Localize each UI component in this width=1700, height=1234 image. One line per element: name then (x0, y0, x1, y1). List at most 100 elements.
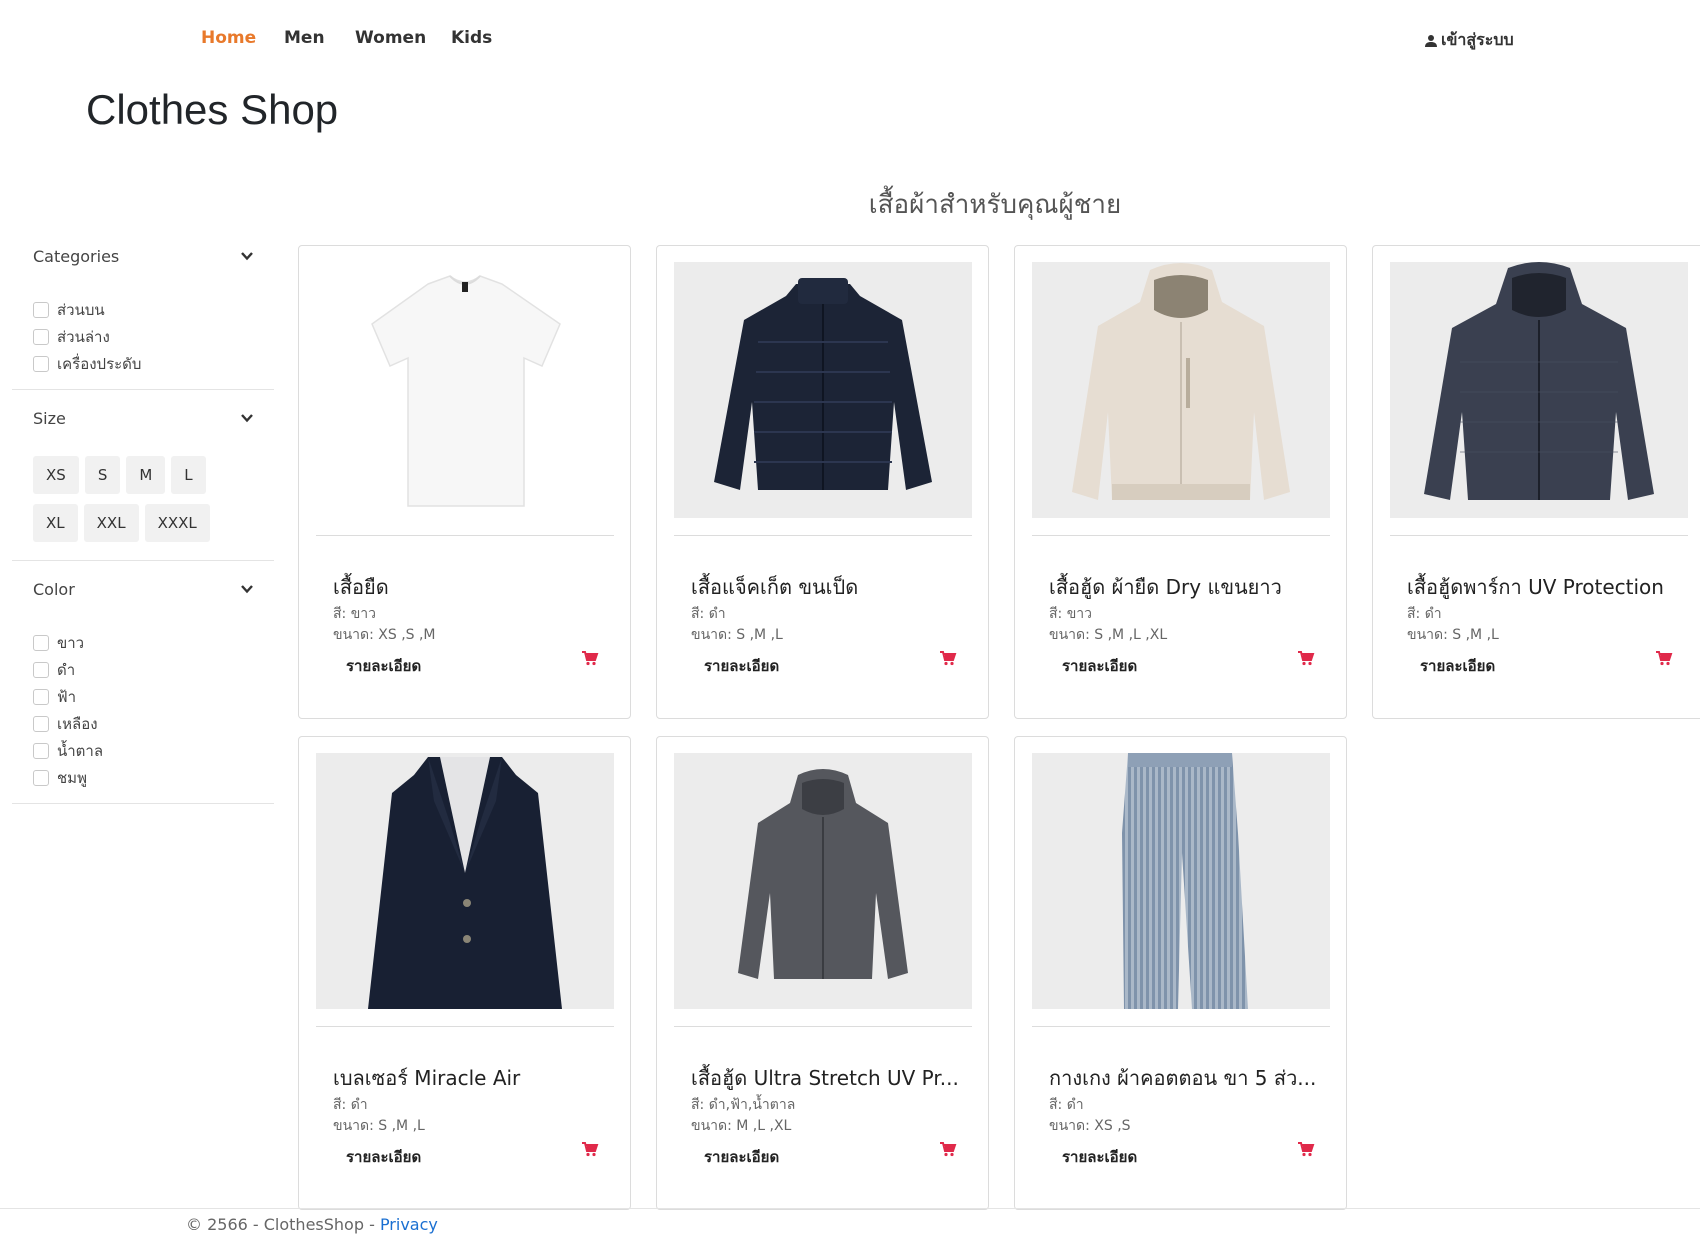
size-option[interactable]: XXXL (144, 504, 210, 542)
product-size: ขนาด: S ,M ,L (1407, 627, 1499, 643)
chevron-down-icon (241, 414, 253, 423)
pants-image (1122, 753, 1248, 1009)
checkbox[interactable] (33, 328, 49, 345)
color-option[interactable]: เหลือง (33, 710, 274, 737)
product-image[interactable] (316, 262, 614, 518)
product-title[interactable]: กางเกง ผ้าคอตตอน ขา 5 ส่ว... (1049, 1062, 1339, 1094)
product-image[interactable] (674, 753, 972, 1009)
product-title[interactable]: เสื้อฮู้ดพาร์กา UV Protection (1407, 571, 1697, 603)
checkbox[interactable] (33, 301, 49, 318)
size-header[interactable]: Size (12, 390, 274, 446)
footer-text: © 2566 - ClothesShop - Privacy (186, 1215, 438, 1234)
color-option[interactable]: ฟ้า (33, 683, 274, 710)
card-divider (1390, 535, 1688, 536)
product-image[interactable] (1032, 753, 1330, 1009)
cart-icon[interactable] (581, 649, 599, 667)
product-card[interactable]: เบลเซอร์ Miracle Air สี: ดำ ขนาด: S ,M ,… (298, 736, 631, 1210)
checkbox[interactable] (33, 355, 49, 372)
card-divider (1032, 1026, 1330, 1027)
cart-icon[interactable] (1297, 1140, 1315, 1158)
beige-hoodie-image (1072, 263, 1290, 500)
nav-men[interactable]: Men (284, 28, 325, 48)
product-color: สี: ดำ (1049, 1097, 1084, 1113)
product-image[interactable] (1032, 262, 1330, 518)
checkbox[interactable] (33, 661, 49, 678)
login-label: เข้าสู่ระบบ (1441, 30, 1514, 49)
product-title[interactable]: เบลเซอร์ Miracle Air (333, 1062, 623, 1094)
product-title[interactable]: เสื้อฮู้ด Ultra Stretch UV Pr... (691, 1062, 981, 1094)
detail-link[interactable]: รายละเอียด (1062, 654, 1137, 678)
detail-link[interactable]: รายละเอียด (1420, 654, 1495, 678)
product-card[interactable]: เสื้อฮู้ดพาร์กา UV Protection สี: ดำ ขนา… (1372, 245, 1700, 719)
product-card[interactable]: เสื้อฮู้ด ผ้ายืด Dry แขนยาว สี: ขาว ขนาด… (1014, 245, 1347, 719)
product-color: สี: ดำ,ฟ้า,น้ำตาล (691, 1097, 796, 1113)
checkbox[interactable] (33, 769, 49, 786)
category-option[interactable]: เครื่องประดับ (33, 350, 274, 377)
detail-link[interactable]: รายละเอียด (704, 1145, 779, 1169)
card-divider (674, 535, 972, 536)
filter-categories: Categories ส่วนบน ส่วนล่าง เครื่องประดับ (12, 228, 274, 390)
product-title[interactable]: เสื้อฮู้ด ผ้ายืด Dry แขนยาว (1049, 571, 1339, 603)
checkbox[interactable] (33, 715, 49, 732)
color-header[interactable]: Color (12, 561, 274, 617)
top-navbar: Home Men Women Kids เข้าสู่ระบบ (0, 0, 1700, 78)
card-divider (316, 535, 614, 536)
site-brand[interactable]: Clothes Shop (86, 86, 338, 134)
checkbox[interactable] (33, 634, 49, 651)
size-option[interactable]: XS (33, 456, 79, 494)
product-card[interactable]: เสื้อแจ็คเก็ต ขนเป็ด สี: ดำ ขนาด: S ,M ,… (656, 245, 989, 719)
category-option[interactable]: ส่วนล่าง (33, 323, 274, 350)
detail-link[interactable]: รายละเอียด (346, 654, 421, 678)
detail-link[interactable]: รายละเอียด (346, 1145, 421, 1169)
product-card[interactable]: กางเกง ผ้าคอตตอน ขา 5 ส่ว... สี: ดำ ขนาด… (1014, 736, 1347, 1210)
user-icon (1425, 34, 1437, 47)
nav-home[interactable]: Home (201, 28, 256, 48)
detail-link[interactable]: รายละเอียด (704, 654, 779, 678)
cart-icon[interactable] (581, 1140, 599, 1158)
size-option[interactable]: M (126, 456, 166, 494)
filter-color: Color ขาว ดำ ฟ้า เหลือง น้ำตาล ชมพู (12, 561, 274, 804)
card-divider (316, 1026, 614, 1027)
checkbox[interactable] (33, 742, 49, 759)
option-label: เครื่องประดับ (57, 354, 142, 373)
card-divider (674, 1026, 972, 1027)
color-option[interactable]: ขาว (33, 629, 274, 656)
cart-icon[interactable] (1655, 649, 1673, 667)
product-card[interactable]: เสื้อฮู้ด Ultra Stretch UV Pr... สี: ดำ,… (656, 736, 989, 1210)
section-title-text: เสื้อผ้าสำหรับคุณผู้ชาย (868, 190, 1122, 220)
product-image[interactable] (674, 262, 972, 518)
cart-icon[interactable] (939, 649, 957, 667)
color-option[interactable]: น้ำตาล (33, 737, 274, 764)
section-title: เสื้อผ้าสำหรับคุณผู้ชาย (0, 184, 1700, 225)
grey-hoodie-image (738, 769, 908, 979)
color-option[interactable]: ดำ (33, 656, 274, 683)
chevron-down-icon (241, 252, 253, 261)
product-title[interactable]: เสื้อแจ็คเก็ต ขนเป็ด (691, 571, 981, 603)
product-image[interactable] (1390, 262, 1688, 518)
filter-size: Size XS S M L XL XXL XXXL (12, 390, 274, 561)
nav-kids[interactable]: Kids (451, 28, 492, 48)
login-link[interactable]: เข้าสู่ระบบ (1424, 28, 1514, 53)
tshirt-image (371, 275, 561, 507)
size-option[interactable]: XL (33, 504, 78, 542)
cart-icon[interactable] (1297, 649, 1315, 667)
product-image[interactable] (316, 753, 614, 1009)
product-color: สี: ดำ (333, 1097, 368, 1113)
checkbox[interactable] (33, 688, 49, 705)
size-option[interactable]: XXL (83, 504, 139, 542)
cart-icon[interactable] (939, 1140, 957, 1158)
privacy-link[interactable]: Privacy (380, 1215, 438, 1234)
product-color: สี: ขาว (333, 606, 377, 622)
product-color: สี: ดำ (1407, 606, 1442, 622)
size-option[interactable]: S (84, 456, 121, 494)
nav-women[interactable]: Women (355, 28, 426, 48)
size-option[interactable]: L (171, 456, 206, 494)
product-size: ขนาด: S ,M ,L (333, 1118, 425, 1134)
categories-header[interactable]: Categories (12, 228, 274, 284)
product-size: ขนาด: S ,M ,L ,XL (1049, 627, 1168, 643)
color-option[interactable]: ชมพู (33, 764, 274, 791)
product-title[interactable]: เสื้อยืด (333, 571, 623, 603)
product-card[interactable]: เสื้อยืด สี: ขาว ขนาด: XS ,S ,M รายละเอี… (298, 245, 631, 719)
detail-link[interactable]: รายละเอียด (1062, 1145, 1137, 1169)
category-option[interactable]: ส่วนบน (33, 296, 274, 323)
